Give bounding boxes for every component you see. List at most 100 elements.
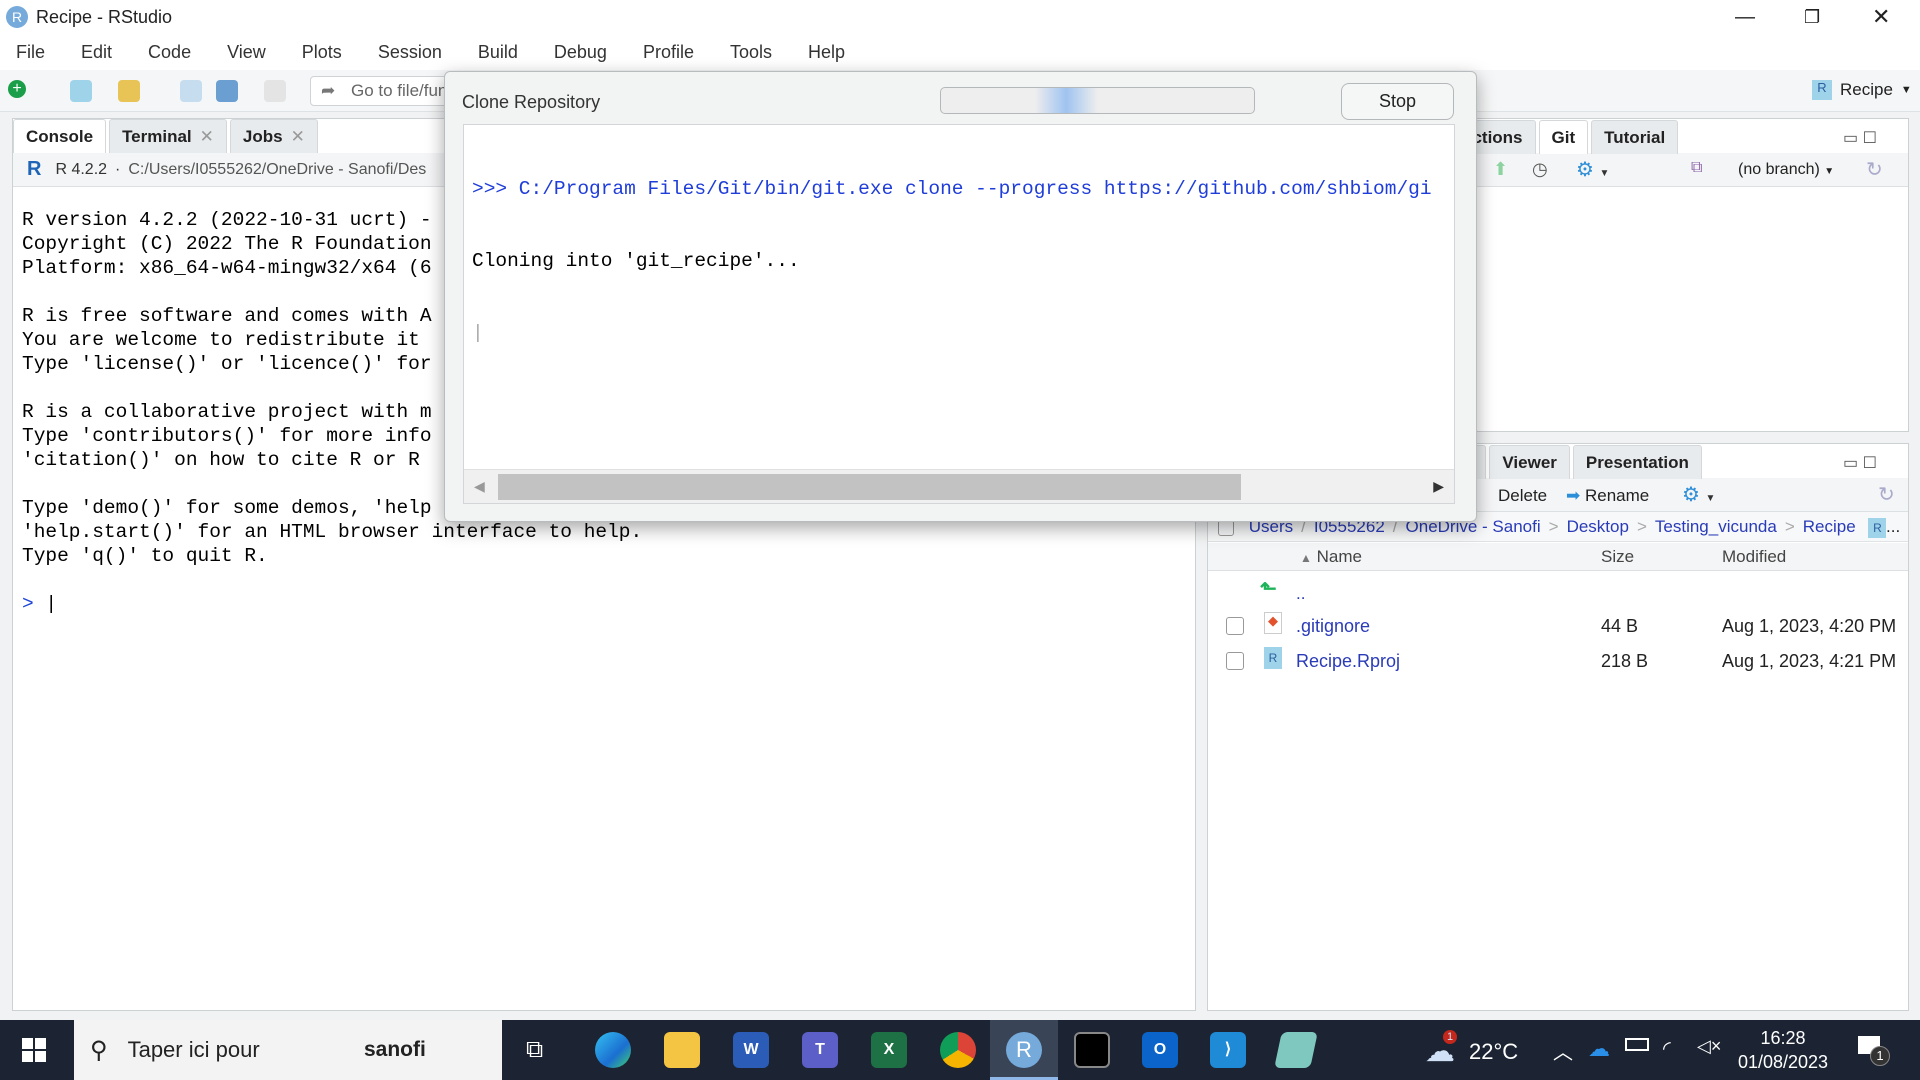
tab-terminal[interactable]: Terminal ✕ bbox=[109, 119, 227, 153]
file-name[interactable]: .gitignore bbox=[1296, 616, 1370, 637]
new-file-icon[interactable]: + bbox=[8, 80, 26, 98]
date: 01/08/2023 bbox=[1737, 1052, 1829, 1072]
delete-button[interactable]: Delete bbox=[1498, 486, 1547, 506]
close-icon[interactable]: ✕ bbox=[200, 127, 214, 147]
menu-tools[interactable]: Tools bbox=[730, 42, 772, 63]
show-hidden-icons[interactable]: ︿ bbox=[1553, 1036, 1573, 1065]
more-button[interactable]: ... bbox=[1886, 512, 1900, 541]
file-checkbox[interactable] bbox=[1226, 652, 1244, 670]
menu-profile[interactable]: Profile bbox=[643, 42, 694, 63]
menu-debug[interactable]: Debug bbox=[554, 42, 607, 63]
rstudio-icon: R bbox=[1006, 1032, 1042, 1068]
edge-icon[interactable] bbox=[595, 1032, 631, 1068]
battery-icon[interactable] bbox=[1625, 1038, 1649, 1051]
vscode-icon[interactable]: ⟩ bbox=[1210, 1032, 1246, 1068]
file-row[interactable]: ◆ .gitignore 44 B Aug 1, 2023, 4:20 PM bbox=[1208, 608, 1908, 642]
file-size: 44 B bbox=[1601, 616, 1639, 636]
dialog-title: Clone Repository bbox=[462, 92, 601, 112]
project-menu[interactable]: R Recipe ▼ bbox=[1812, 80, 1912, 100]
rproj-icon[interactable]: R bbox=[1868, 517, 1887, 538]
pane-minmax[interactable]: ▭ ☐ bbox=[1843, 128, 1877, 148]
file-checkbox[interactable] bbox=[1226, 617, 1244, 635]
rstudio-logo-icon: R bbox=[6, 6, 28, 28]
upper-right-tabs: ections Git Tutorial bbox=[1450, 120, 1681, 154]
sort-name-header[interactable]: ▲ Name bbox=[1300, 547, 1362, 567]
scroll-right-icon[interactable]: ▶ bbox=[1433, 478, 1444, 495]
tab-console[interactable]: Console bbox=[13, 119, 107, 153]
menu-file[interactable]: File bbox=[16, 42, 45, 63]
tab-git[interactable]: Git bbox=[1538, 120, 1589, 154]
breadcrumb-item[interactable]: Desktop bbox=[1567, 517, 1629, 536]
pane-minmax[interactable]: ▭ ☐ bbox=[1843, 453, 1877, 473]
chrome-icon[interactable] bbox=[940, 1032, 976, 1068]
onedrive-icon[interactable]: ☁ bbox=[1588, 1036, 1610, 1062]
task-view-icon[interactable]: ⧉ bbox=[526, 1036, 543, 1064]
menu-bar: File Edit Code View Plots Session Build … bbox=[0, 34, 1920, 70]
parent-dir-row[interactable]: ⬑ .. bbox=[1208, 574, 1908, 606]
volume-muted-icon[interactable]: ◁× bbox=[1697, 1036, 1721, 1057]
breadcrumb-item[interactable]: Testing_vicunda bbox=[1655, 517, 1777, 536]
menu-session[interactable]: Session bbox=[378, 42, 442, 63]
clone-output[interactable]: >>> C:/Program Files/Git/bin/git.exe clo… bbox=[463, 124, 1455, 504]
wifi-icon[interactable]: ◜ bbox=[1663, 1036, 1671, 1061]
menu-view[interactable]: View bbox=[227, 42, 266, 63]
breadcrumb-item[interactable]: Recipe bbox=[1803, 517, 1856, 536]
menu-edit[interactable]: Edit bbox=[81, 42, 112, 63]
file-row[interactable]: R Recipe.Rproj 218 B Aug 1, 2023, 4:21 P… bbox=[1208, 643, 1908, 677]
file-name[interactable]: Recipe.Rproj bbox=[1296, 651, 1400, 672]
temperature: 22°C bbox=[1469, 1038, 1519, 1064]
gear-icon[interactable]: ⚙ ▼ bbox=[1576, 157, 1609, 182]
open-folder-icon[interactable] bbox=[118, 80, 140, 102]
windows-start-icon[interactable] bbox=[22, 1038, 46, 1062]
tab-jobs[interactable]: Jobs ✕ bbox=[229, 119, 318, 153]
scrollbar-thumb[interactable] bbox=[498, 474, 1241, 500]
excel-icon[interactable]: X bbox=[871, 1032, 907, 1068]
app-icon[interactable] bbox=[1274, 1032, 1318, 1068]
weather-widget[interactable]: ☁ 1 22°C bbox=[1425, 1030, 1519, 1069]
rproj-icon: R bbox=[1812, 80, 1832, 100]
menu-help[interactable]: Help bbox=[808, 42, 845, 63]
branch-icon[interactable]: ⧉ bbox=[1691, 159, 1702, 177]
rename-button[interactable]: ➡ Rename bbox=[1566, 486, 1649, 506]
branch-select[interactable]: (no branch) ▼ bbox=[1738, 161, 1834, 179]
gear-icon[interactable]: ⚙ ▼ bbox=[1682, 482, 1715, 507]
file-modified: Aug 1, 2023, 4:20 PM bbox=[1722, 616, 1897, 636]
refresh-icon[interactable]: ↻ bbox=[1878, 482, 1895, 507]
taskbar-search[interactable]: ⚲ Taper ici pour sanofi bbox=[74, 1020, 502, 1080]
scroll-left-icon[interactable]: ◀ bbox=[474, 478, 485, 495]
clock[interactable]: 16:28 01/08/2023 bbox=[1735, 1026, 1831, 1074]
goto-file-input[interactable]: ➦ Go to file/fun bbox=[310, 76, 460, 106]
terminal-icon[interactable] bbox=[1074, 1032, 1110, 1068]
history-icon[interactable]: ◷ bbox=[1532, 159, 1548, 180]
teams-icon[interactable]: T bbox=[802, 1032, 838, 1068]
close-button[interactable]: ✕ bbox=[1872, 4, 1890, 30]
refresh-icon[interactable]: ↻ bbox=[1866, 157, 1883, 182]
tab-viewer[interactable]: Viewer bbox=[1489, 445, 1570, 479]
file-modified: Aug 1, 2023, 4:21 PM bbox=[1722, 651, 1897, 671]
horizontal-scrollbar[interactable]: ◀ ▶ bbox=[464, 469, 1454, 503]
print-icon[interactable] bbox=[264, 80, 286, 102]
rstudio-taskbar-button[interactable]: R bbox=[990, 1020, 1058, 1080]
close-icon[interactable]: ✕ bbox=[291, 127, 305, 147]
menu-code[interactable]: Code bbox=[148, 42, 191, 63]
new-project-icon[interactable] bbox=[70, 80, 92, 102]
word-icon[interactable]: W bbox=[733, 1032, 769, 1068]
menu-build[interactable]: Build bbox=[478, 42, 518, 63]
save-all-icon[interactable] bbox=[216, 80, 238, 102]
save-icon[interactable] bbox=[180, 80, 202, 102]
outlook-icon[interactable]: O bbox=[1142, 1032, 1178, 1068]
file-explorer-icon[interactable] bbox=[664, 1032, 700, 1068]
stop-button[interactable]: Stop bbox=[1341, 83, 1454, 120]
size-header[interactable]: Size bbox=[1601, 547, 1634, 567]
push-icon[interactable]: ⬆ bbox=[1493, 159, 1508, 180]
tab-presentation[interactable]: Presentation bbox=[1572, 445, 1702, 479]
search-placeholder: Taper ici pour bbox=[127, 1037, 260, 1062]
minimize-button[interactable]: — bbox=[1735, 6, 1755, 29]
notifications-icon[interactable]: 1 bbox=[1858, 1036, 1890, 1066]
menu-plots[interactable]: Plots bbox=[302, 42, 342, 63]
restore-button[interactable]: ❐ bbox=[1804, 7, 1820, 28]
modified-header[interactable]: Modified bbox=[1722, 547, 1786, 567]
working-directory[interactable]: C:/Users/I0555262/OneDrive - Sanofi/Des bbox=[128, 161, 426, 179]
tab-tutorial[interactable]: Tutorial bbox=[1591, 120, 1679, 154]
files-header: ▲ Name Size Modified bbox=[1208, 543, 1908, 571]
